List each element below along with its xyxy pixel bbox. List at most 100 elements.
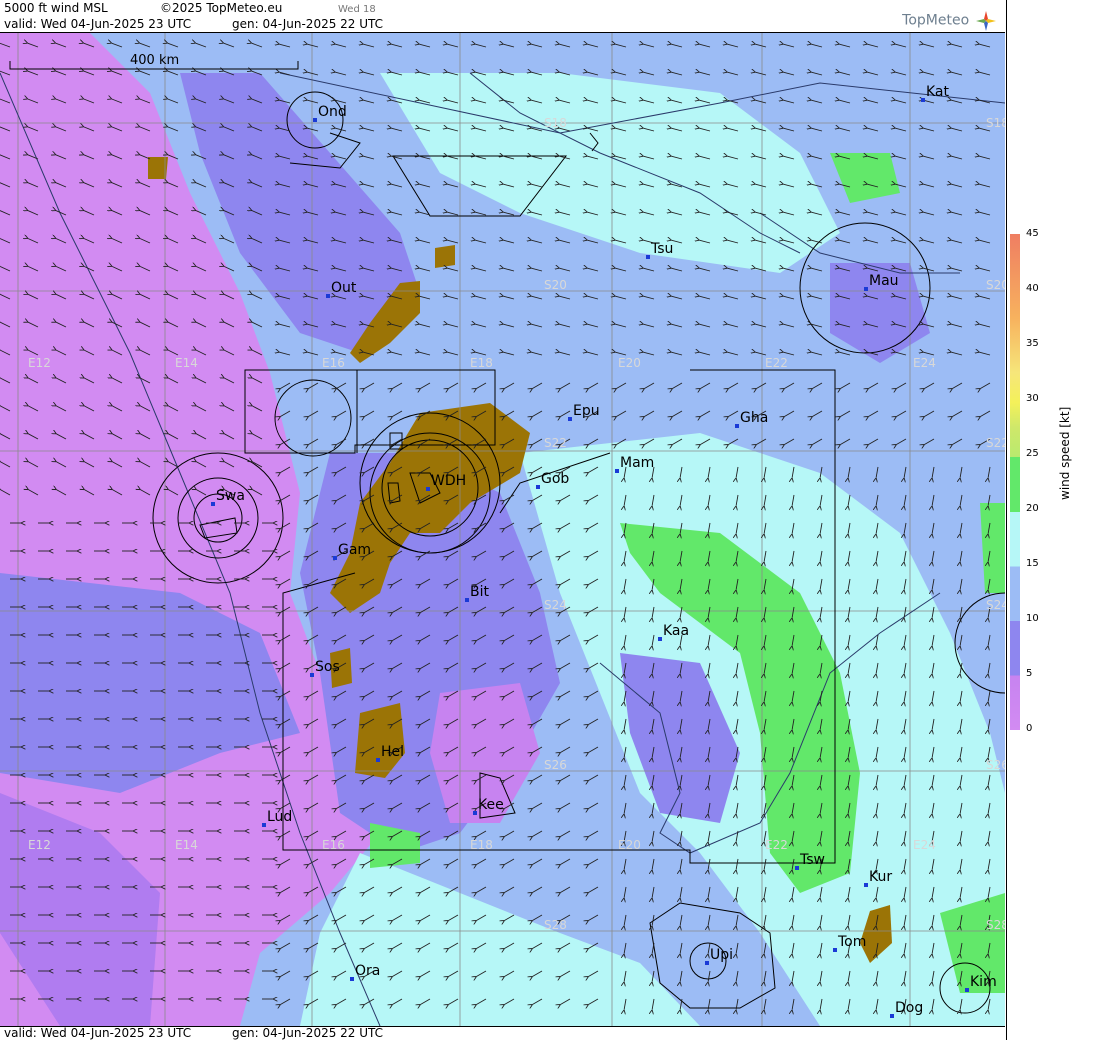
colorbar-tick-label: 10 [1026, 613, 1039, 624]
latitude-label: S26 [544, 758, 567, 772]
station-kat[interactable]: Kat [921, 84, 950, 102]
station-sos[interactable]: Sos [310, 659, 340, 677]
station-marker-icon [890, 1014, 894, 1018]
longitude-label: E16 [322, 838, 345, 852]
longitude-label: E24 [913, 356, 936, 370]
topmeteo-logo[interactable]: TopMeteo [902, 10, 997, 32]
station-label: Ora [355, 963, 380, 979]
station-label: Hel [381, 744, 404, 760]
latitude-label: S24 [544, 598, 567, 612]
station-label: Ond [318, 104, 347, 120]
station-label: Tom [837, 934, 866, 950]
station-dog[interactable]: Dog [890, 1000, 923, 1018]
wind-speed-colorbar [1010, 234, 1020, 730]
station-marker-icon [658, 637, 662, 641]
colorbar-tick-label: 45 [1026, 228, 1039, 239]
station-tom[interactable]: Tom [833, 934, 866, 952]
valid-time: valid: Wed 04-Jun-2025 23 UTC [4, 17, 192, 31]
longitude-label: E12 [28, 838, 51, 852]
station-label: Upi [710, 947, 733, 963]
station-gam[interactable]: Gam [333, 542, 371, 560]
station-label: Tsw [799, 852, 825, 868]
latitude-label: S20 [544, 278, 567, 292]
station-label: Mam [620, 455, 654, 471]
copyright-text: ©2025 TopMeteo.eu [160, 1, 283, 15]
station-marker-icon [333, 556, 337, 560]
latitude-label-right: S18 [986, 116, 1005, 130]
station-label: WDH [431, 473, 466, 489]
colorbar-tick-label: 40 [1026, 283, 1039, 294]
station-lud[interactable]: Lud [262, 809, 292, 827]
station-label: Kur [869, 869, 892, 885]
station-marker-icon [376, 758, 380, 762]
footer-generated-time: gen: 04-Jun-2025 22 UTC [232, 1026, 384, 1040]
station-label: Kim [970, 974, 997, 990]
station-marker-icon [465, 598, 469, 602]
footer-valid-time: valid: Wed 04-Jun-2025 23 UTC [4, 1026, 192, 1040]
station-mam[interactable]: Mam [615, 455, 654, 473]
longitude-label: E14 [175, 838, 198, 852]
colorbar-tick-label: 30 [1026, 393, 1039, 404]
wind-map[interactable]: E12 E14 E16 E18 E20 E22 E24 E12 E14 E16 E18 E20 E22 E… [0, 33, 1005, 1026]
colorbar-tick-label: 15 [1026, 558, 1039, 569]
latitude-label-right: S28 [986, 918, 1005, 932]
station-label: Tsu [650, 241, 673, 257]
station-marker-icon [326, 294, 330, 298]
station-swa[interactable]: Swa [211, 488, 245, 506]
station-gob[interactable]: Gob [536, 471, 569, 489]
wind-map-canvas: E12 E14 E16 E18 E20 E22 E24 E12 E14 E16 E18 E20 E22 E… [0, 33, 1005, 1026]
logo-text: TopMeteo [902, 12, 970, 29]
station-label: Kat [926, 84, 950, 100]
latitude-label: S18 [544, 116, 567, 130]
station-marker-icon [833, 948, 837, 952]
colorbar-tick-label: 20 [1026, 503, 1039, 514]
station-hel[interactable]: Hel [376, 744, 404, 762]
scale-bar-label: 400 km [130, 53, 179, 68]
latitude-label-right: S20 [986, 278, 1005, 292]
station-marker-icon [310, 673, 314, 677]
station-wdh[interactable]: WDH [426, 473, 466, 491]
longitude-label: E18 [470, 356, 493, 370]
station-kee[interactable]: Kee [473, 797, 504, 815]
station-gha[interactable]: Gha [735, 410, 768, 428]
station-kur[interactable]: Kur [864, 869, 892, 887]
station-upi[interactable]: Upi [705, 947, 733, 965]
map-title: 5000 ft wind MSL [4, 1, 108, 15]
colorbar-tick-label: 0 [1026, 723, 1033, 734]
station-mau[interactable]: Mau [864, 273, 899, 291]
station-label: Swa [216, 488, 245, 504]
station-marker-icon [864, 287, 868, 291]
station-marker-icon [965, 988, 969, 992]
station-marker-icon [864, 883, 868, 887]
colorbar-label: wind speed [kt] [1058, 406, 1072, 500]
station-ond[interactable]: Ond [313, 104, 347, 122]
station-marker-icon [350, 977, 354, 981]
station-epu[interactable]: Epu [568, 403, 600, 421]
colorbar-tick-label: 35 [1026, 338, 1039, 349]
station-kim[interactable]: Kim [965, 974, 997, 992]
station-label: Sos [315, 659, 340, 675]
station-ora[interactable]: Ora [350, 963, 380, 981]
latitude-label: S28 [544, 918, 567, 932]
station-kaa[interactable]: Kaa [658, 623, 689, 641]
station-tsu[interactable]: Tsu [646, 241, 673, 259]
station-label: Bit [470, 584, 489, 600]
station-tsw[interactable]: Tsw [795, 852, 825, 870]
station-label: Gha [740, 410, 768, 426]
station-label: Out [331, 280, 357, 296]
station-marker-icon [921, 98, 925, 102]
latitude-label-right: S22 [986, 436, 1005, 450]
longitude-label: E24 [913, 838, 936, 852]
latitude-label-right: S24 [986, 598, 1005, 612]
longitude-label: E18 [470, 838, 493, 852]
station-marker-icon [795, 866, 799, 870]
latitude-label: S22 [544, 436, 567, 450]
colorbar-tick-label: 5 [1026, 668, 1033, 679]
longitude-label: E12 [28, 356, 51, 370]
generated-time: gen: 04-Jun-2025 22 UTC [232, 17, 384, 31]
station-marker-icon [615, 469, 619, 473]
longitude-label: E16 [322, 356, 345, 370]
station-label: Gob [541, 471, 569, 487]
station-out[interactable]: Out [326, 280, 357, 298]
map-header: 5000 ft wind MSL ©2025 TopMeteo.eu Wed 1… [0, 0, 1005, 33]
